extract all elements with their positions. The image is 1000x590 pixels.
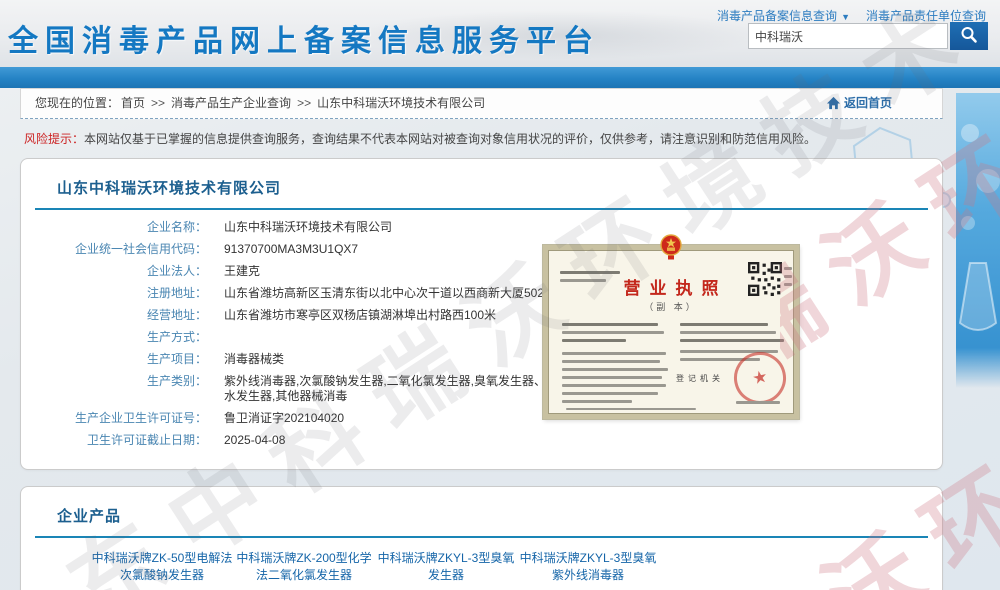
breadcrumb-item: 山东中科瑞沃环境技术有限公司 [317, 96, 485, 110]
field-value: 山东省潍坊高新区玉清东街以北中心次干道以西商新大厦502房间 [224, 286, 568, 301]
risk-notice-label: 风险提示： [24, 132, 84, 146]
field-label: 生产类别： [49, 374, 207, 389]
section-divider [35, 536, 928, 538]
license-left-column-lines [562, 318, 672, 408]
search-icon [959, 33, 979, 48]
breadcrumb-prefix: 您现在的位置： [35, 96, 119, 110]
field-label: 生产方式： [49, 330, 207, 345]
risk-notice: 风险提示：本网站仅基于已掌握的信息提供查询服务，查询结果不代表本网站对被查询对象… [24, 130, 939, 147]
field-label: 注册地址： [49, 286, 207, 301]
field-row: 卫生许可证截止日期： 2025-04-08 [49, 433, 914, 448]
main-content: 您现在的位置：首页 >> 消毒产品生产企业查询 >> 山东中科瑞沃环境技术有限公司 返回… [20, 88, 943, 590]
field-label: 生产项目： [49, 352, 207, 367]
search-input[interactable] [748, 23, 948, 49]
product-link[interactable]: 中科瑞沃牌ZK-200型化学法二氧化氯发生器 [233, 550, 375, 584]
primary-nav-bar [0, 67, 1000, 88]
national-emblem-icon [659, 233, 683, 264]
field-label: 卫生许可证截止日期： [49, 433, 207, 448]
background-photo-strip [956, 93, 1000, 348]
home-icon [826, 92, 841, 121]
product-link[interactable]: 中科瑞沃牌ZKYL-3型臭氧紫外线消毒器 [517, 550, 659, 584]
field-value: 王建克 [224, 264, 260, 279]
license-date-lines [736, 396, 780, 409]
license-authority-label: 登记机关 [676, 373, 724, 384]
field-label: 企业统一社会信用代码： [49, 242, 207, 257]
breadcrumb-separator: >> [151, 96, 165, 110]
breadcrumb-separator: >> [297, 96, 311, 110]
risk-notice-text: 本网站仅基于已掌握的信息提供查询服务，查询结果不代表本网站对被查询对象信用状况的… [84, 132, 816, 146]
field-label: 企业名称： [49, 220, 207, 235]
nav-link-record-info-query[interactable]: 消毒产品备案信息查询 [717, 9, 837, 23]
qr-code [748, 262, 782, 296]
nav-link-responsible-unit-query[interactable]: 消毒产品责任单位查询 [866, 9, 986, 23]
field-value: 紫外线消毒器,次氯酸钠发生器,二氧化氯发生器,臭氧发生器、臭氧水发生器,其他器械… [224, 374, 570, 404]
field-label: 企业法人： [49, 264, 207, 279]
license-subtitle: （副 本） [548, 300, 794, 313]
breadcrumb: 您现在的位置：首页 >> 消毒产品生产企业查询 >> 山东中科瑞沃环境技术有限公司 返回… [20, 88, 943, 119]
license-footer-lines [566, 403, 696, 415]
product-links: 中科瑞沃牌ZK-50型电解法次氯酸钠发生器中科瑞沃牌ZK-200型化学法二氧化氯… [91, 550, 914, 584]
field-value: 山东中科瑞沃环境技术有限公司 [224, 220, 392, 235]
search-area [748, 22, 988, 50]
section-divider [35, 208, 928, 210]
product-link[interactable]: 中科瑞沃牌ZK-50型电解法次氯酸钠发生器 [91, 550, 233, 584]
breadcrumb-item[interactable]: 消毒产品生产企业查询 [171, 96, 291, 110]
breadcrumb-item[interactable]: 首页 [121, 96, 145, 110]
product-link[interactable]: 中科瑞沃牌ZKYL-3型臭氧发生器 [375, 550, 517, 584]
field-value: 鲁卫消证字202104020 [224, 411, 344, 426]
page-header: 全国消毒产品网上备案信息服务平台 消毒产品备案信息查询 ▼ 消毒产品责任单位查询 [0, 0, 1000, 67]
license-qr-caption-lines [784, 262, 792, 291]
products-title: 企业产品 [57, 505, 914, 526]
field-value: 91370700MA3M3U1QX7 [224, 242, 358, 257]
company-products-card: 企业产品 中科瑞沃牌ZK-50型电解法次氯酸钠发生器中科瑞沃牌ZK-200型化学… [20, 486, 943, 590]
company-title: 山东中科瑞沃环境技术有限公司 [57, 177, 914, 198]
chevron-down-icon: ▼ [841, 12, 850, 22]
field-value: 山东省潍坊市寒亭区双杨店镇湖淋埠出村路西100米 [224, 308, 496, 323]
field-label: 经营地址： [49, 308, 207, 323]
company-info-card: 山东中科瑞沃环境技术有限公司 企业名称： 山东中科瑞沃环境技术有限公司 企业统一… [20, 158, 943, 470]
field-value: 消毒器械类 [224, 352, 284, 367]
business-license-image: 营业执照 （副 本） [543, 233, 799, 419]
back-home-link[interactable]: 返回首页 [826, 89, 892, 121]
site-title: 全国消毒产品网上备案信息服务平台 [8, 16, 600, 60]
license-paper: 营业执照 （副 本） [543, 245, 799, 419]
field-value: 2025-04-08 [224, 433, 285, 448]
search-button[interactable] [950, 22, 988, 50]
field-label: 生产企业卫生许可证号： [49, 411, 207, 426]
